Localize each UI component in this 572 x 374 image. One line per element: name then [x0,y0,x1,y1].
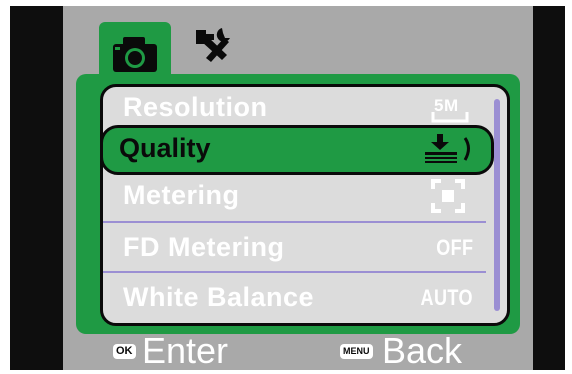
divider [103,221,486,223]
spot-metering-icon [431,179,465,213]
list-item-metering[interactable]: Metering [103,175,483,217]
resolution-5m-icon: 5M [431,96,469,123]
menu-item-label: White Balance [123,282,315,312]
menu-item-value: AUTO [420,285,473,310]
quality-stars-icon [425,134,470,163]
menu-item-label: Resolution [123,92,268,122]
divider [103,271,486,273]
menu-item-label: Quality [119,133,211,163]
list-item-white-balance[interactable]: White Balance AUTO [103,277,483,319]
list-item-quality[interactable]: Quality [103,125,494,175]
list-item-fd-metering[interactable]: FD Metering OFF [103,227,483,269]
menu-key-badge[interactable]: MENU [340,344,373,359]
back-label[interactable]: Back [382,330,462,372]
list-item-resolution[interactable]: Resolution 5M [103,87,483,129]
settings-list: Resolution 5M Quality Metering FD Meteri… [100,84,510,326]
scrollbar[interactable] [494,99,500,311]
ok-key-badge[interactable]: OK [113,344,136,359]
menu-item-label: FD Metering [123,232,285,262]
enter-label[interactable]: Enter [142,330,228,372]
camera-icon [113,37,157,72]
menu-item-label: Metering [123,180,240,210]
tab-settings[interactable] [192,24,238,64]
menu-item-value: OFF [435,235,473,260]
wrench-hammer-icon [196,28,230,62]
svg-text:5M: 5M [434,96,459,115]
